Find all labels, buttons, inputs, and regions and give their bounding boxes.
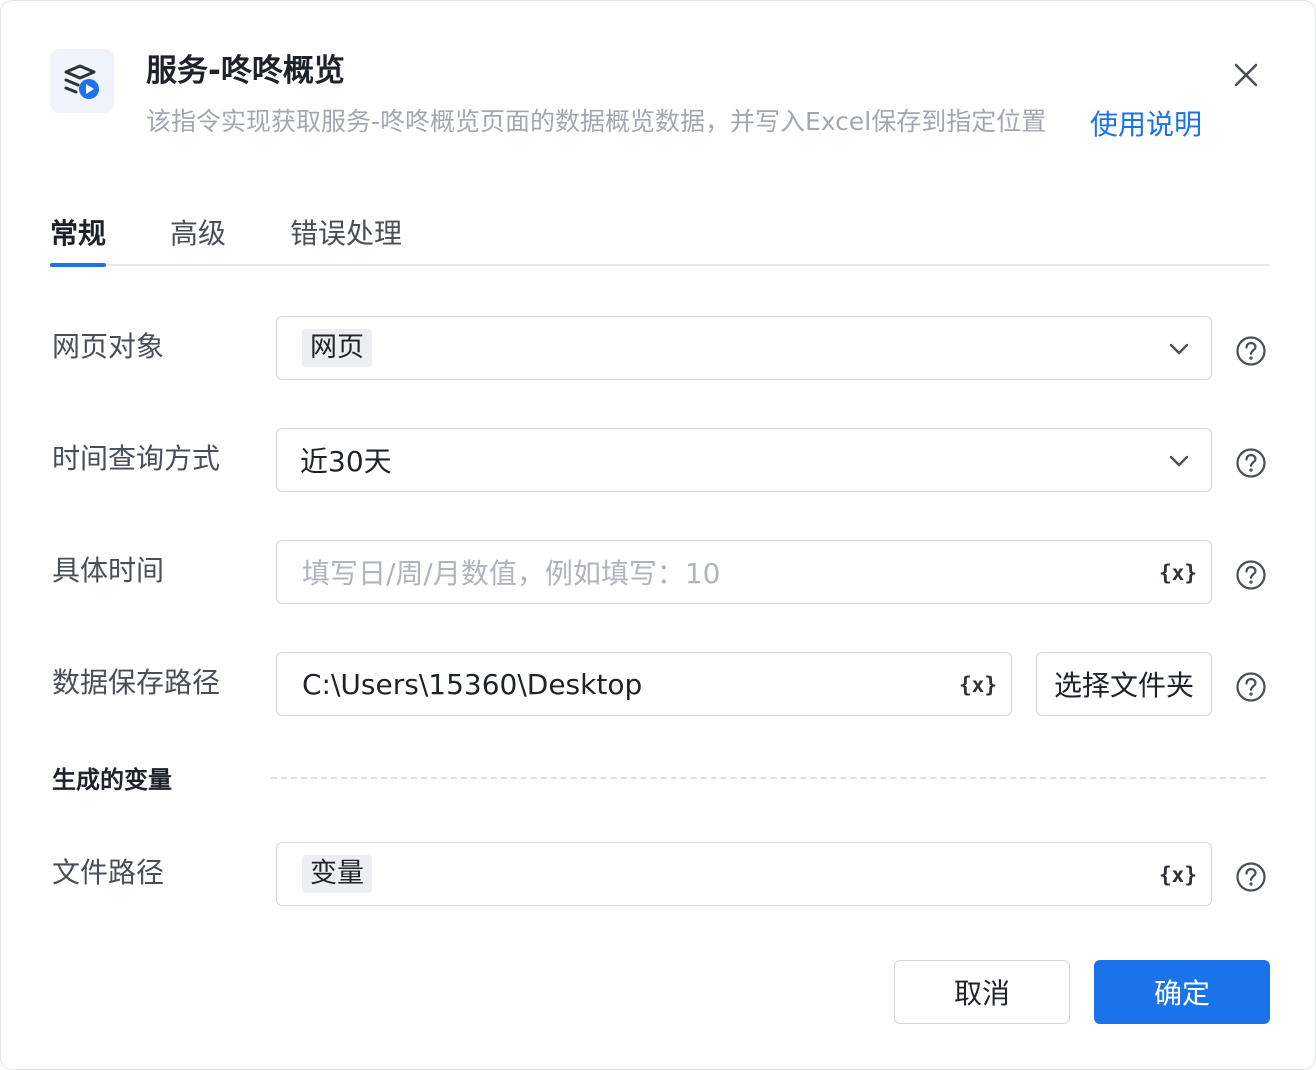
help-link[interactable]: 使用说明 (1090, 105, 1202, 145)
dialog: 服务-咚咚概览 该指令实现获取服务-咚咚概览页面的数据概览数据，并写入Excel… (0, 0, 1316, 1070)
output-section-title: 生成的变量 (52, 766, 172, 794)
save-path-label: 数据保存路径 (52, 666, 221, 699)
time-query-label: 时间查询方式 (52, 442, 221, 475)
variable-icon[interactable]: {x} (1159, 859, 1197, 891)
chevron-down-icon (1169, 455, 1189, 467)
help-icon[interactable] (1235, 335, 1267, 367)
tab-bar: 常规 高级 错误处理 (50, 207, 1270, 267)
tab-general[interactable]: 常规 (50, 207, 107, 267)
time-query-value: 近30天 (300, 445, 392, 478)
layers-play-icon (50, 49, 114, 113)
tab-error-handling[interactable]: 错误处理 (290, 207, 402, 265)
tab-advanced[interactable]: 高级 (170, 207, 226, 265)
specific-time-placeholder: 填写日/周/月数值，例如填写：10 (302, 557, 721, 590)
variable-icon[interactable]: {x} (1159, 557, 1197, 589)
specific-time-input[interactable]: 填写日/周/月数值，例如填写：10 {x} (276, 540, 1212, 604)
dialog-title: 服务-咚咚概览 (146, 53, 345, 89)
help-icon[interactable] (1235, 861, 1267, 893)
web-object-label: 网页对象 (52, 330, 165, 363)
cancel-button[interactable]: 取消 (894, 960, 1070, 1024)
web-object-select[interactable]: 网页 (276, 316, 1212, 380)
confirm-button[interactable]: 确定 (1094, 960, 1270, 1024)
close-icon (1234, 63, 1258, 87)
save-path-input[interactable]: C:\Users\15360\Desktop {x} (276, 652, 1012, 716)
help-icon[interactable] (1235, 671, 1267, 703)
specific-time-label: 具体时间 (52, 554, 165, 587)
help-icon[interactable] (1235, 559, 1267, 591)
close-button[interactable] (1227, 56, 1265, 94)
choose-folder-button[interactable]: 选择文件夹 (1036, 652, 1212, 716)
section-divider (271, 777, 1266, 779)
file-path-variable-chip: 变量 (302, 855, 372, 893)
dialog-description: 该指令实现获取服务-咚咚概览页面的数据概览数据，并写入Excel保存到指定位置 (146, 107, 1047, 136)
variable-icon[interactable]: {x} (959, 669, 997, 701)
web-object-chip: 网页 (302, 329, 372, 367)
file-path-label: 文件路径 (52, 856, 165, 889)
save-path-value: C:\Users\15360\Desktop (302, 667, 643, 701)
file-path-variable-input[interactable]: 变量 {x} (276, 842, 1212, 906)
chevron-down-icon (1169, 343, 1189, 355)
time-query-select[interactable]: 近30天 (276, 428, 1212, 492)
help-icon[interactable] (1235, 447, 1267, 479)
